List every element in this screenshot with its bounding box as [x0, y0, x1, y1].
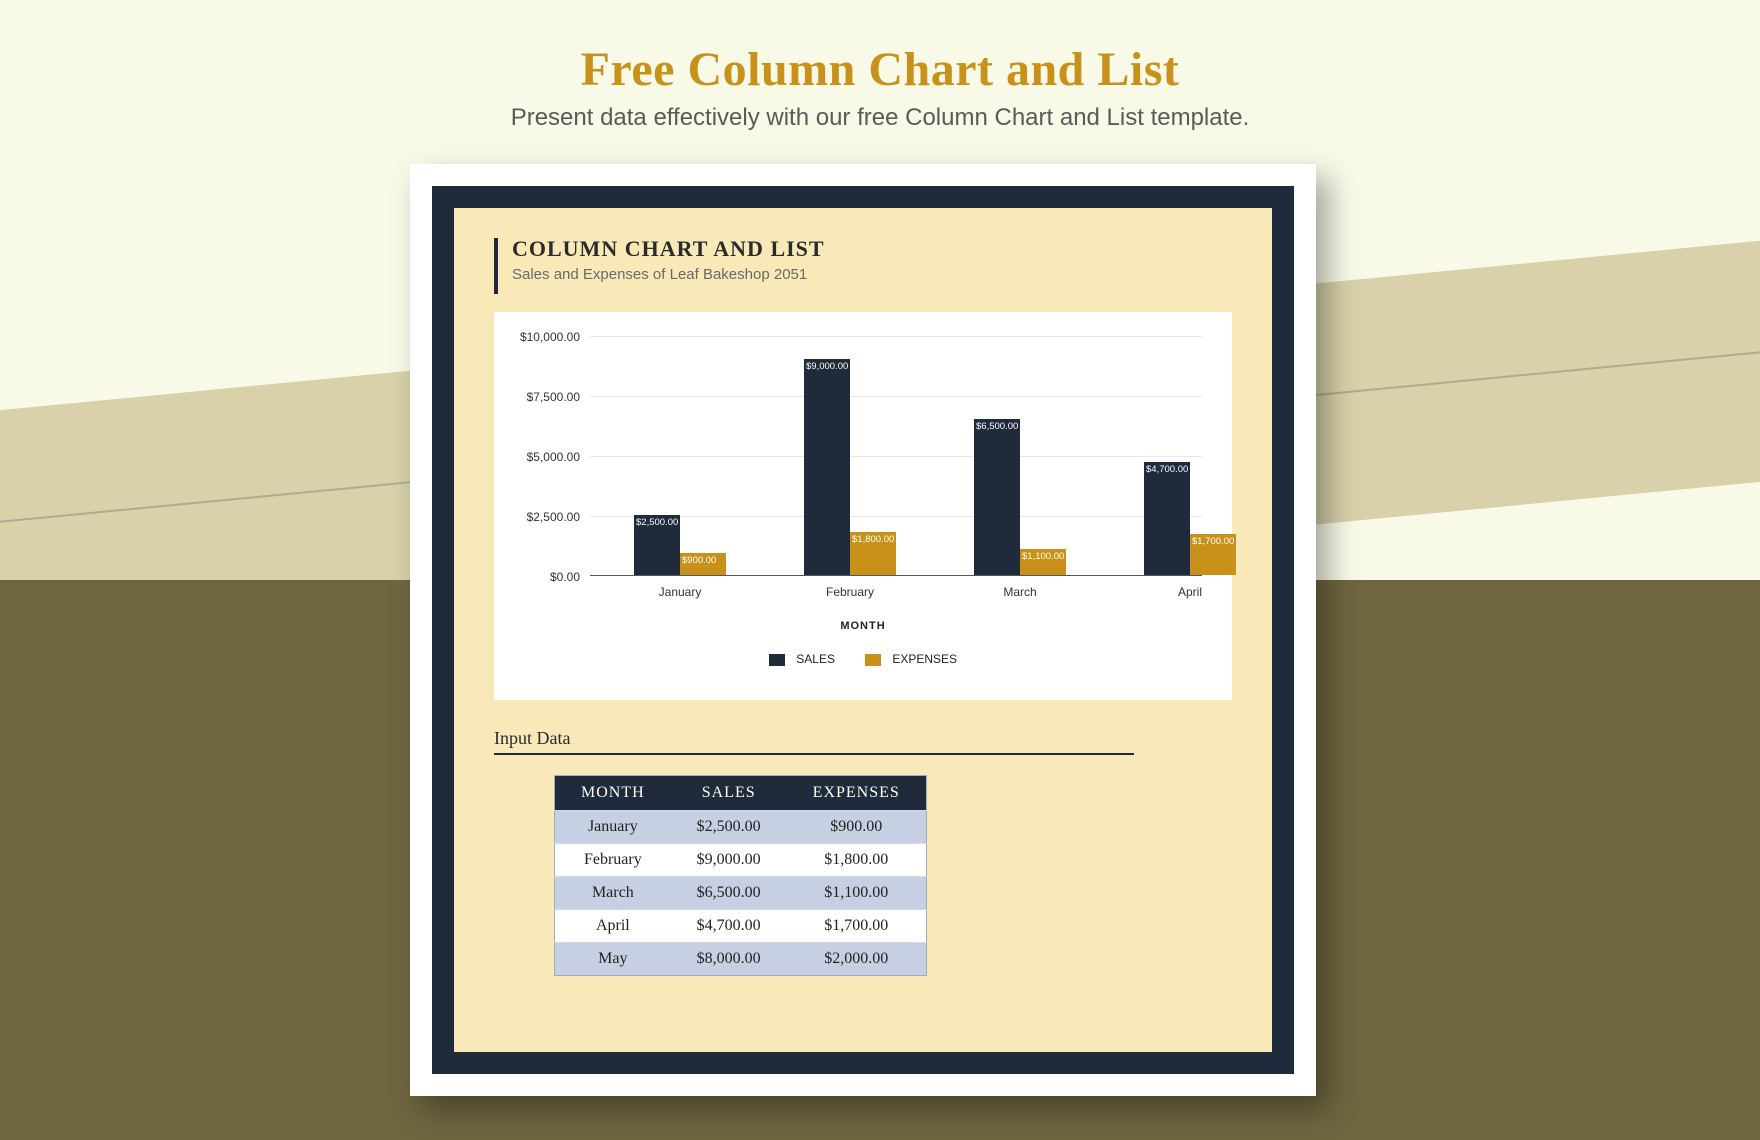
table-header-row: MONTH SALES EXPENSES: [555, 776, 927, 811]
stage: Free Column Chart and List Present data …: [0, 0, 1760, 1140]
category-label: February: [790, 585, 910, 599]
legend-swatch-icon: [769, 654, 785, 666]
table-cell: March: [555, 877, 671, 910]
legend-item-sales: SALES: [769, 652, 835, 666]
table-row: April $4,700.00 $1,700.00: [555, 910, 927, 943]
chart-legend: SALES EXPENSES: [494, 652, 1232, 666]
x-axis-title: MONTH: [494, 620, 1232, 632]
table-cell: February: [555, 844, 671, 877]
bar-expenses: $1,700.00: [1190, 534, 1236, 575]
document-title: COLUMN CHART AND LIST: [512, 236, 825, 262]
table-cell: $2,500.00: [671, 811, 787, 844]
gridline: [590, 516, 1202, 517]
bar-value-label: $9,000.00: [806, 361, 848, 372]
table-row: May $8,000.00 $2,000.00: [555, 943, 927, 976]
data-table: MONTH SALES EXPENSES January $2,500.00 $…: [554, 775, 927, 976]
bar-sales: $2,500.00: [634, 515, 680, 575]
table-cell: January: [555, 811, 671, 844]
table-cell: $8,000.00: [671, 943, 787, 976]
y-tick-label: $7,500.00: [506, 390, 580, 404]
header-accent-bar: [494, 238, 498, 294]
document-card: COLUMN CHART AND LIST Sales and Expenses…: [410, 164, 1316, 1096]
document-border: COLUMN CHART AND LIST Sales and Expenses…: [432, 186, 1294, 1074]
table-cell: $900.00: [787, 811, 927, 844]
table-row: January $2,500.00 $900.00: [555, 811, 927, 844]
page-title: Free Column Chart and List: [0, 42, 1760, 97]
chart-container: $10,000.00 $7,500.00 $5,000.00 $2,500.00…: [494, 312, 1232, 700]
bar-value-label: $6,500.00: [976, 421, 1018, 432]
y-tick-label: $2,500.00: [506, 510, 580, 524]
legend-label: EXPENSES: [892, 652, 957, 666]
document-subtitle: Sales and Expenses of Leaf Bakeshop 2051: [512, 266, 825, 283]
table-cell: $1,700.00: [787, 910, 927, 943]
bar-sales: $6,500.00: [974, 419, 1020, 575]
gridline: [590, 396, 1202, 397]
gridline: [590, 456, 1202, 457]
bar-sales: $9,000.00: [804, 359, 850, 575]
table-cell: May: [555, 943, 671, 976]
document-header: COLUMN CHART AND LIST Sales and Expenses…: [494, 236, 1232, 294]
document-body: COLUMN CHART AND LIST Sales and Expenses…: [454, 208, 1272, 1052]
bar-sales: $4,700.00: [1144, 462, 1190, 575]
legend-item-expenses: EXPENSES: [865, 652, 957, 666]
page-subtitle: Present data effectively with our free C…: [0, 104, 1760, 132]
bar-expenses: $1,800.00: [850, 532, 896, 575]
bar-expenses: $1,100.00: [1020, 549, 1066, 575]
y-tick-label: $0.00: [506, 570, 580, 584]
chart-plot-area: $2,500.00 $900.00 January $9,000.00: [590, 336, 1202, 576]
table-cell: $2,000.00: [787, 943, 927, 976]
bar-expenses: $900.00: [680, 553, 726, 575]
bar-value-label: $900.00: [682, 555, 716, 566]
table-cell: $4,700.00: [671, 910, 787, 943]
bar-value-label: $1,100.00: [1022, 551, 1064, 562]
bar-value-label: $2,500.00: [636, 517, 678, 528]
category-label: April: [1130, 585, 1250, 599]
category-label: January: [620, 585, 740, 599]
table-header: MONTH: [555, 776, 671, 811]
bar-value-label: $1,800.00: [852, 534, 894, 545]
gridline: [590, 336, 1202, 337]
category-label: March: [960, 585, 1080, 599]
table-cell: April: [555, 910, 671, 943]
table-row: March $6,500.00 $1,100.00: [555, 877, 927, 910]
table-cell: $1,100.00: [787, 877, 927, 910]
bar-value-label: $4,700.00: [1146, 464, 1188, 475]
table-row: February $9,000.00 $1,800.00: [555, 844, 927, 877]
table-cell: $1,800.00: [787, 844, 927, 877]
table-cell: $6,500.00: [671, 877, 787, 910]
y-tick-label: $5,000.00: [506, 450, 580, 464]
legend-swatch-icon: [865, 654, 881, 666]
y-tick-label: $10,000.00: [506, 330, 580, 344]
table-cell: $9,000.00: [671, 844, 787, 877]
bar-value-label: $1,700.00: [1192, 536, 1234, 547]
legend-label: SALES: [796, 652, 835, 666]
table-header: SALES: [671, 776, 787, 811]
input-data-heading: Input Data: [494, 728, 1134, 755]
table-header: EXPENSES: [787, 776, 927, 811]
